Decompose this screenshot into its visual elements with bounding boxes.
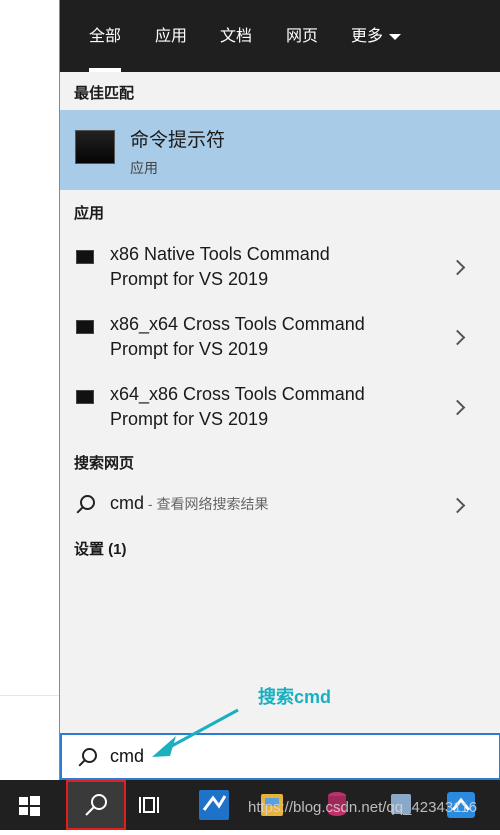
taskbar-app-vs[interactable]	[195, 780, 235, 830]
taskbar-search-button[interactable]	[66, 780, 126, 830]
watermark: https://blog.csdn.net/qq_42343116	[248, 799, 478, 816]
annotation-arrow	[152, 708, 239, 757]
app-icon	[199, 790, 229, 820]
windows-logo-icon	[19, 796, 40, 816]
task-view-button[interactable]	[126, 780, 176, 830]
task-view-icon	[139, 797, 159, 813]
start-button[interactable]	[0, 780, 60, 830]
search-icon	[85, 794, 107, 816]
